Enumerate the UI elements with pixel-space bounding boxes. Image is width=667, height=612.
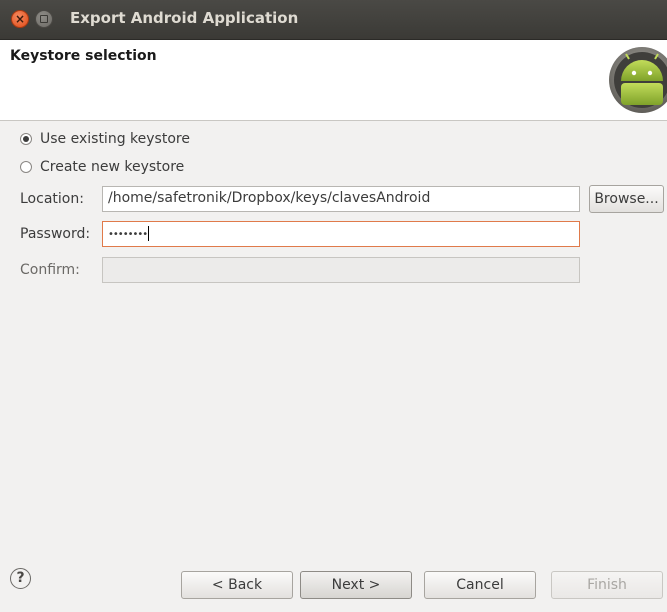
- use-existing-label: Use existing keystore: [40, 131, 190, 147]
- create-new-radio[interactable]: [20, 161, 32, 173]
- password-value: ••••••••: [108, 229, 148, 240]
- location-label: Location:: [20, 191, 84, 207]
- text-caret: [148, 225, 150, 241]
- use-existing-radio[interactable]: [20, 133, 32, 145]
- banner-title: Keystore selection: [10, 48, 157, 64]
- window-restore-button[interactable]: [35, 10, 53, 28]
- help-icon[interactable]: ?: [10, 568, 31, 589]
- create-new-label: Create new keystore: [40, 159, 185, 175]
- keystore-form: Use existing keystore Create new keystor…: [0, 121, 667, 562]
- cancel-button[interactable]: Cancel: [424, 571, 536, 599]
- location-input[interactable]: /home/safetronik/Dropbox/keys/clavesAndr…: [102, 186, 580, 212]
- option-use-existing[interactable]: Use existing keystore: [20, 131, 190, 147]
- confirm-label: Confirm:: [20, 262, 80, 278]
- option-create-new[interactable]: Create new keystore: [20, 159, 184, 175]
- finish-button[interactable]: Finish: [551, 571, 663, 599]
- close-icon: ×: [14, 12, 26, 26]
- android-logo-icon: [609, 47, 667, 113]
- wizard-banner: Keystore selection: [0, 40, 667, 121]
- back-button[interactable]: < Back: [181, 571, 293, 599]
- window-close-button[interactable]: ×: [11, 10, 29, 28]
- password-label: Password:: [20, 226, 91, 242]
- browse-button[interactable]: Browse...: [589, 185, 664, 213]
- window-titlebar: × Export Android Application: [0, 0, 667, 40]
- next-button[interactable]: Next >: [300, 571, 412, 599]
- window-title: Export Android Application: [70, 9, 299, 27]
- password-input[interactable]: ••••••••: [102, 221, 580, 247]
- confirm-input[interactable]: [102, 257, 580, 283]
- wizard-footer: ? < Back Next > Cancel Finish: [0, 562, 667, 612]
